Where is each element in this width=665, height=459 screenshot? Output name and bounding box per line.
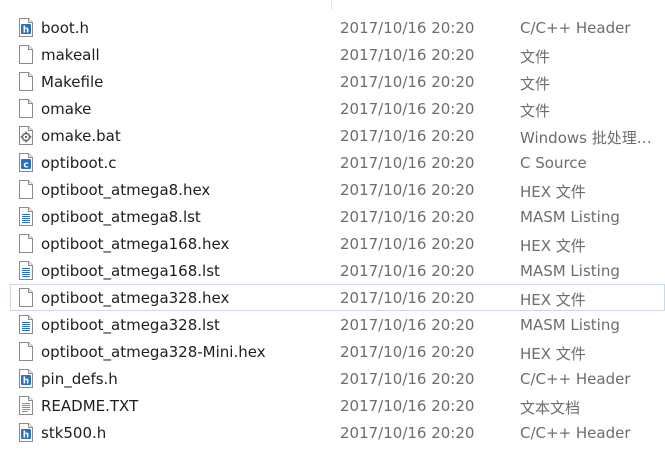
file-name: optiboot.c (41, 154, 117, 172)
file-date-modified: 2017/10/16 20:20 (340, 289, 475, 307)
text-file-icon (18, 396, 34, 415)
file-date-modified: 2017/10/16 20:20 (340, 370, 475, 388)
file-name: omake.bat (41, 127, 121, 145)
file-type: C/C++ Header (520, 19, 631, 37)
file-row[interactable]: omake.bat 2017/10/16 20:20 Windows 批处理… (10, 122, 665, 149)
file-row[interactable]: h pin_defs.h 2017/10/16 20:20 C/C++ Head… (10, 365, 665, 392)
blank-file-icon (18, 180, 34, 199)
file-name: optiboot_atmega168.lst (41, 262, 220, 280)
file-name: optiboot_atmega168.hex (41, 235, 230, 253)
file-name: pin_defs.h (41, 370, 118, 388)
file-type: C/C++ Header (520, 370, 631, 388)
file-name: boot.h (41, 19, 90, 37)
h-file-icon: h (18, 423, 34, 442)
file-row[interactable]: h boot.h 2017/10/16 20:20 C/C++ Header (10, 14, 665, 41)
listing-file-icon (18, 261, 34, 280)
file-name: optiboot_atmega328-Mini.hex (41, 343, 266, 361)
file-date-modified: 2017/10/16 20:20 (340, 127, 475, 145)
file-date-modified: 2017/10/16 20:20 (340, 100, 475, 118)
file-row[interactable]: README.TXT 2017/10/16 20:20 文本文档 (10, 392, 665, 419)
file-type: 文本文档 (520, 399, 581, 417)
file-type: C/C++ Header (520, 424, 631, 442)
file-row[interactable]: makeall 2017/10/16 20:20 文件 (10, 41, 665, 68)
file-name: README.TXT (41, 397, 139, 415)
h-file-icon: h (18, 369, 34, 388)
svg-text:h: h (23, 431, 29, 441)
file-type: MASM Listing (520, 316, 620, 334)
file-name: Makefile (41, 73, 104, 91)
file-row[interactable]: h stk500.h 2017/10/16 20:20 C/C++ Header (10, 419, 665, 446)
blank-file-icon (18, 234, 34, 253)
file-date-modified: 2017/10/16 20:20 (340, 424, 475, 442)
svg-text:c: c (23, 161, 28, 171)
blank-file-icon (18, 72, 34, 91)
file-row[interactable]: omake 2017/10/16 20:20 文件 (10, 95, 665, 122)
listing-file-icon (18, 207, 34, 226)
file-row[interactable]: optiboot_atmega328-Mini.hex 2017/10/16 2… (10, 338, 665, 365)
file-row[interactable]: optiboot_atmega328.hex 2017/10/16 20:20 … (10, 284, 665, 311)
file-type: Windows 批处理… (520, 129, 652, 147)
file-date-modified: 2017/10/16 20:20 (340, 235, 475, 253)
file-type: 文件 (520, 102, 551, 120)
svg-text:h: h (23, 26, 29, 36)
file-row[interactable]: optiboot_atmega168.lst 2017/10/16 20:20 … (10, 257, 665, 284)
file-type: HEX 文件 (520, 237, 586, 255)
file-name: omake (41, 100, 92, 118)
file-row[interactable]: optiboot_atmega328.lst 2017/10/16 20:20 … (10, 311, 665, 338)
file-type: HEX 文件 (520, 183, 586, 201)
svg-text:h: h (23, 377, 29, 387)
listing-file-icon (18, 315, 34, 334)
file-date-modified: 2017/10/16 20:20 (340, 208, 475, 226)
file-list: h boot.h 2017/10/16 20:20 C/C++ Header m… (0, 14, 665, 446)
file-date-modified: 2017/10/16 20:20 (340, 343, 475, 361)
file-name: optiboot_atmega328.lst (41, 316, 220, 334)
blank-file-icon (18, 99, 34, 118)
blank-file-icon (18, 342, 34, 361)
file-date-modified: 2017/10/16 20:20 (340, 19, 475, 37)
file-date-modified: 2017/10/16 20:20 (340, 397, 475, 415)
blank-file-icon (18, 288, 34, 307)
file-type: MASM Listing (520, 262, 620, 280)
file-name: optiboot_atmega328.hex (41, 289, 230, 307)
c-file-icon: c (18, 153, 34, 172)
h-file-icon: h (18, 18, 34, 37)
file-type: MASM Listing (520, 208, 620, 226)
file-date-modified: 2017/10/16 20:20 (340, 262, 475, 280)
file-name: stk500.h (41, 424, 107, 442)
column-divider (331, 0, 332, 10)
file-name: optiboot_atmega8.lst (41, 208, 201, 226)
file-date-modified: 2017/10/16 20:20 (340, 46, 475, 64)
file-date-modified: 2017/10/16 20:20 (340, 73, 475, 91)
file-name: makeall (41, 46, 100, 64)
file-name: optiboot_atmega8.hex (41, 181, 211, 199)
file-date-modified: 2017/10/16 20:20 (340, 181, 475, 199)
file-date-modified: 2017/10/16 20:20 (340, 154, 475, 172)
file-row[interactable]: Makefile 2017/10/16 20:20 文件 (10, 68, 665, 95)
file-type: C Source (520, 154, 587, 172)
file-type: HEX 文件 (520, 291, 586, 309)
file-type: 文件 (520, 48, 551, 66)
file-row[interactable]: optiboot_atmega8.hex 2017/10/16 20:20 HE… (10, 176, 665, 203)
file-type: HEX 文件 (520, 345, 586, 363)
batch-file-icon (18, 126, 34, 145)
file-type: 文件 (520, 75, 551, 93)
file-date-modified: 2017/10/16 20:20 (340, 316, 475, 334)
file-row[interactable]: c optiboot.c 2017/10/16 20:20 C Source (10, 149, 665, 176)
blank-file-icon (18, 45, 34, 64)
file-row[interactable]: optiboot_atmega168.hex 2017/10/16 20:20 … (10, 230, 665, 257)
file-row[interactable]: optiboot_atmega8.lst 2017/10/16 20:20 MA… (10, 203, 665, 230)
